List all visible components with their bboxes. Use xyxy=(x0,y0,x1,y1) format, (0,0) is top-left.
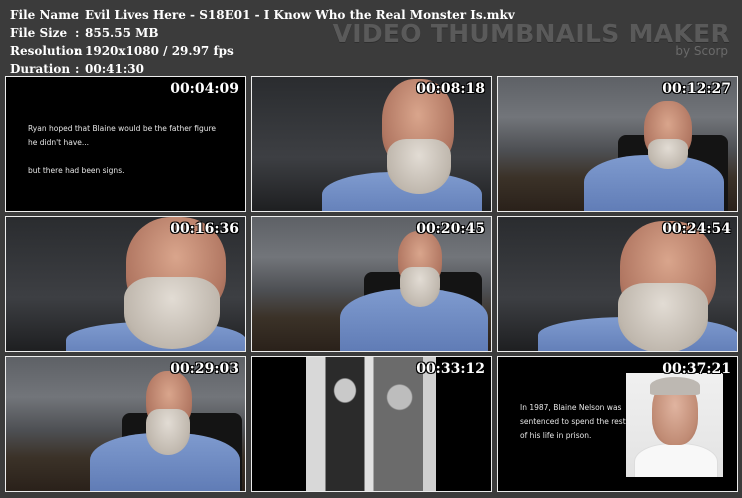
timestamp: 00:08:18 xyxy=(416,81,485,97)
timestamp: 00:29:03 xyxy=(170,361,239,377)
beard-shape xyxy=(146,409,190,455)
info-value: 1920x1080 / 29.97 fps xyxy=(85,44,234,58)
info-value: 855.55 MB xyxy=(85,26,159,40)
beard-shape xyxy=(124,277,220,349)
thumbnail-1[interactable]: Ryan hoped that Blaine would be the fath… xyxy=(5,76,246,212)
timestamp: 00:12:27 xyxy=(662,81,731,97)
beard-shape xyxy=(648,139,688,169)
thumbnail-grid: Ryan hoped that Blaine would be the fath… xyxy=(5,76,738,492)
beard-shape xyxy=(387,139,451,194)
timestamp: 00:20:45 xyxy=(416,221,485,237)
thumbnail-8[interactable]: 00:33:12 xyxy=(251,356,492,492)
caption-line: but there had been signs. xyxy=(28,166,125,175)
beard-shape xyxy=(618,283,708,351)
info-separator: : xyxy=(75,26,80,40)
thumbnail-3[interactable]: 00:12:27 xyxy=(497,76,738,212)
info-separator: : xyxy=(75,8,80,22)
mugshot-photo xyxy=(626,373,723,477)
thumbnail-5[interactable]: 00:20:45 xyxy=(251,216,492,352)
thumbnail-caption: In 1987, Blaine Nelson was sentenced to … xyxy=(520,401,626,443)
timestamp: 00:16:36 xyxy=(170,221,239,237)
timestamp: 00:24:54 xyxy=(662,221,731,237)
hair-shape xyxy=(650,377,700,395)
caption-line: sentenced to spend the rest xyxy=(520,417,626,426)
caption-line: of his life in prison. xyxy=(520,431,592,440)
brand-title: VIDEO THUMBNAILS MAKER xyxy=(332,19,730,48)
caption-line: he didn't have... xyxy=(28,138,90,147)
thumbnail-6[interactable]: 00:24:54 xyxy=(497,216,738,352)
thumbnail-7[interactable]: 00:29:03 xyxy=(5,356,246,492)
caption-line: Ryan hoped that Blaine would be the fath… xyxy=(28,124,217,133)
timestamp: 00:33:12 xyxy=(416,361,485,377)
caption-line: In 1987, Blaine Nelson was xyxy=(520,403,622,412)
info-separator: : xyxy=(75,44,80,58)
thumbnail-4[interactable]: 00:16:36 xyxy=(5,216,246,352)
timestamp: 00:04:09 xyxy=(170,81,239,97)
timestamp: 00:37:21 xyxy=(662,361,731,377)
brand-watermark: VIDEO THUMBNAILS MAKER by Scorp xyxy=(332,19,730,59)
thumbnail-9[interactable]: In 1987, Blaine Nelson was sentenced to … xyxy=(497,356,738,492)
shirt-shape xyxy=(634,443,718,477)
info-key: File Size xyxy=(10,26,68,40)
caption-line xyxy=(28,150,216,164)
thumbnail-caption: Ryan hoped that Blaine would be the fath… xyxy=(28,122,216,178)
thumbnail-2[interactable]: 00:08:18 xyxy=(251,76,492,212)
archival-photo xyxy=(306,357,436,491)
beard-shape xyxy=(400,267,440,307)
info-key: File Name xyxy=(10,8,79,22)
info-key: Resolution xyxy=(10,44,83,58)
